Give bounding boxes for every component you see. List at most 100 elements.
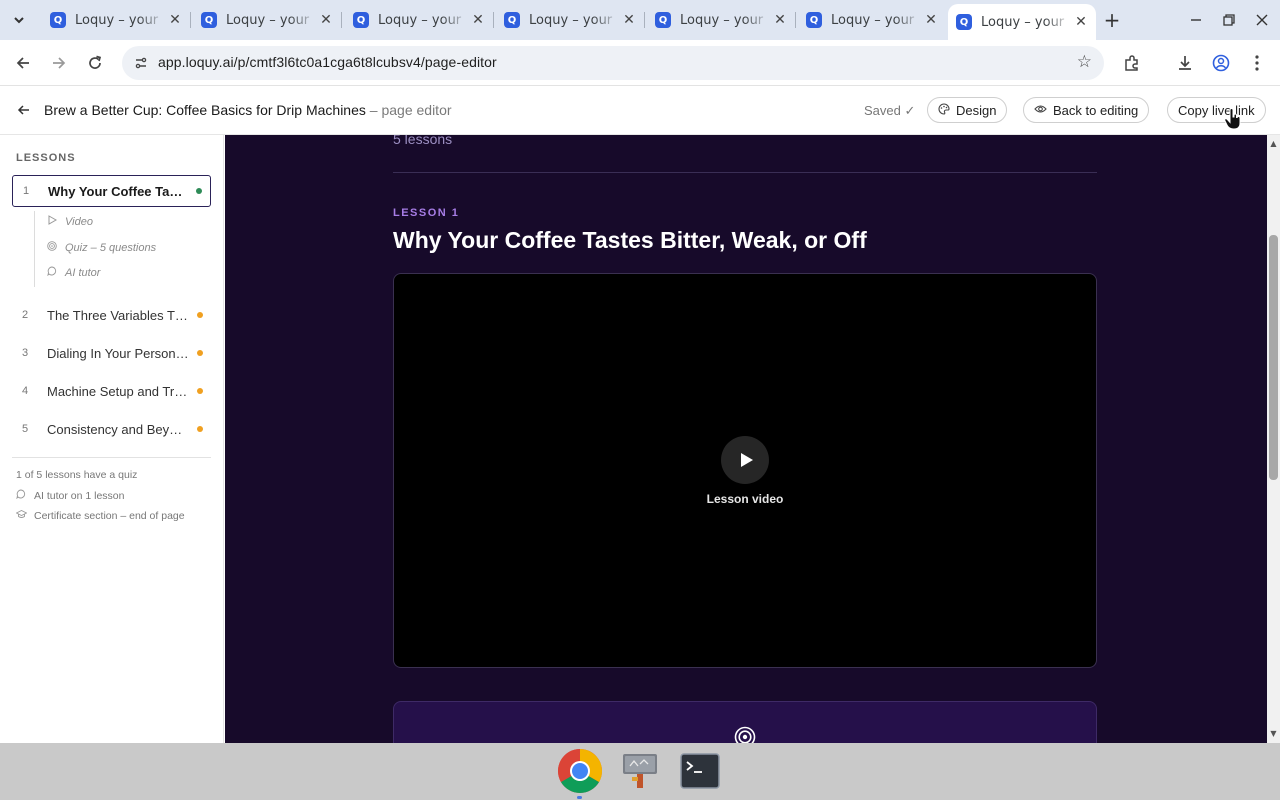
chat-icon (47, 266, 59, 279)
copy-live-link-button[interactable]: Copy live link (1167, 97, 1266, 123)
back-arrow-icon[interactable] (14, 100, 34, 120)
lesson-title: Why Your Coffee Tastes Bitter, Weak, or … (48, 183, 188, 199)
loquy-favicon-icon: Q (655, 12, 671, 28)
scrollbar-thumb[interactable] (1269, 235, 1278, 480)
page-scrollbar[interactable]: ▲ ▼ (1267, 135, 1280, 743)
play-icon (740, 453, 753, 467)
terminal-icon[interactable] (676, 747, 724, 795)
address-bar[interactable]: app.loquy.ai/p/cmtf3l6tc0a1cga6t8lcubsv4… (122, 46, 1104, 80)
loquy-favicon-icon: Q (504, 12, 520, 28)
download-icon[interactable] (1173, 51, 1197, 75)
design-label: Design (956, 102, 997, 118)
close-icon[interactable]: ✕ (1072, 13, 1090, 31)
copy-live-link-label: Copy live link (1178, 102, 1255, 118)
chevron-down-icon (14, 17, 24, 24)
extensions-icon[interactable] (1120, 51, 1144, 75)
close-icon[interactable]: ✕ (922, 11, 940, 29)
tab-separator (644, 12, 645, 28)
forward-arrow-icon[interactable] (47, 51, 71, 75)
loquy-favicon-icon: Q (956, 14, 972, 30)
browser-tab[interactable]: Q Loquy – your ✕ (496, 6, 644, 34)
page-preview: 5 lessons LESSON 1 Why Your Coffee Taste… (225, 135, 1267, 743)
subitem-label: AI tutor (65, 266, 101, 279)
chat-icon (16, 489, 28, 502)
sidebar-item-lesson-1[interactable]: 1 Why Your Coffee Tastes Bitter, Weak, o… (12, 175, 211, 207)
new-tab-button[interactable]: + (1100, 8, 1124, 32)
palette-icon (938, 102, 950, 118)
tab-strip: Q Loquy – your ✕ Q Loquy – your ✕ Q Loqu… (0, 0, 1280, 40)
play-button[interactable] (721, 436, 769, 484)
scroll-down-icon[interactable]: ▼ (1269, 729, 1278, 738)
site-info-icon[interactable] (132, 54, 150, 72)
running-indicator (577, 796, 582, 799)
close-icon[interactable]: ✕ (317, 11, 335, 29)
browser-tab[interactable]: Q Loquy – your ✕ (42, 6, 190, 34)
close-icon[interactable]: ✕ (469, 11, 487, 29)
loquy-favicon-icon: Q (806, 12, 822, 28)
editor-header: Brew a Better Cup: Coffee Basics for Dri… (0, 87, 1280, 135)
chrome-icon[interactable] (556, 747, 604, 795)
more-menu-icon[interactable] (1245, 51, 1269, 75)
file-manager-icon[interactable] (616, 747, 664, 795)
browser-tab-active[interactable]: Q Loquy – your ✕ (948, 4, 1096, 40)
back-to-editing-button[interactable]: Back to editing (1023, 97, 1150, 123)
page-subtitle: – page editor (365, 102, 452, 118)
close-icon[interactable]: ✕ (771, 11, 789, 29)
restore-icon[interactable] (1217, 8, 1241, 32)
certificate-stat: Certificate section – end of page (15, 509, 185, 522)
design-button[interactable]: Design (927, 97, 1008, 123)
lesson-number: 5 (22, 423, 29, 435)
status-dot (196, 188, 202, 194)
browser-tab[interactable]: Q Loquy – your ✕ (798, 6, 946, 34)
lesson-number: 4 (22, 385, 29, 397)
tab-separator (341, 12, 342, 28)
back-arrow-icon[interactable] (11, 51, 35, 75)
eye-icon (1034, 103, 1047, 117)
saved-status: Saved ✓ (864, 103, 916, 118)
tab-title: Loquy – your (226, 12, 310, 28)
tab-search-button[interactable] (6, 7, 32, 33)
sidebar-item-lesson-2[interactable]: 2 The Three Variables That Matter (12, 299, 211, 331)
reload-icon[interactable] (83, 51, 107, 75)
bookmark-star-icon[interactable]: ☆ (1077, 52, 1092, 72)
minimize-icon[interactable] (1184, 8, 1208, 32)
lesson-count: 5 lessons (393, 135, 453, 147)
url-text: app.loquy.ai/p/cmtf3l6tc0a1cga6t8lcubsv4… (158, 54, 497, 70)
tab-separator (795, 12, 796, 28)
loquy-favicon-icon: Q (50, 12, 66, 28)
tab-title: Loquy – your (981, 14, 1065, 30)
ai-tutor-stat: AI tutor on 1 lesson (16, 489, 124, 502)
scroll-up-icon[interactable]: ▲ (1269, 139, 1278, 148)
close-icon[interactable]: ✕ (620, 11, 638, 29)
video-label: Lesson video (706, 492, 784, 506)
browser-toolbar: app.loquy.ai/p/cmtf3l6tc0a1cga6t8lcubsv4… (0, 40, 1280, 86)
target-icon (734, 726, 756, 743)
subitem-quiz[interactable]: Quiz – 5 questions (47, 241, 156, 254)
loquy-favicon-icon: Q (353, 12, 369, 28)
profile-icon[interactable] (1209, 51, 1233, 75)
sidebar-item-lesson-3[interactable]: 3 Dialing In Your Personal Recipe (12, 337, 211, 369)
subitem-ai-tutor[interactable]: AI tutor (47, 266, 100, 279)
quiz-card[interactable] (393, 701, 1097, 743)
sidebar-item-lesson-4[interactable]: 4 Machine Setup and Troubleshooting (12, 375, 211, 407)
lesson-1-contents: Video Quiz – 5 questions AI tutor (34, 211, 204, 287)
sidebar-heading: LESSONS (16, 152, 76, 164)
stat-text: AI tutor on 1 lesson (34, 489, 125, 502)
subitem-video[interactable]: Video (47, 215, 93, 228)
lesson-title: Consistency and Beyond (47, 421, 189, 437)
close-window-icon[interactable] (1250, 8, 1274, 32)
sidebar-item-lesson-5[interactable]: 5 Consistency and Beyond (12, 413, 211, 445)
graduation-cap-icon (15, 509, 28, 522)
section-divider (393, 172, 1097, 173)
browser-tab[interactable]: Q Loquy – your ✕ (345, 6, 493, 34)
tab-title: Loquy – your (529, 12, 613, 28)
browser-tab[interactable]: Q Loquy – your ✕ (193, 6, 341, 34)
close-icon[interactable]: ✕ (166, 11, 184, 29)
quiz-stat: 1 of 5 lessons have a quiz (16, 469, 137, 481)
tab-title: Loquy – your (75, 12, 159, 28)
browser-tab[interactable]: Q Loquy – your ✕ (647, 6, 795, 34)
tab-separator (493, 12, 494, 28)
lesson-video-player[interactable]: Lesson video (393, 273, 1097, 668)
lesson-number: 1 (23, 185, 30, 197)
lesson-title: Machine Setup and Troubleshooting (47, 383, 189, 399)
